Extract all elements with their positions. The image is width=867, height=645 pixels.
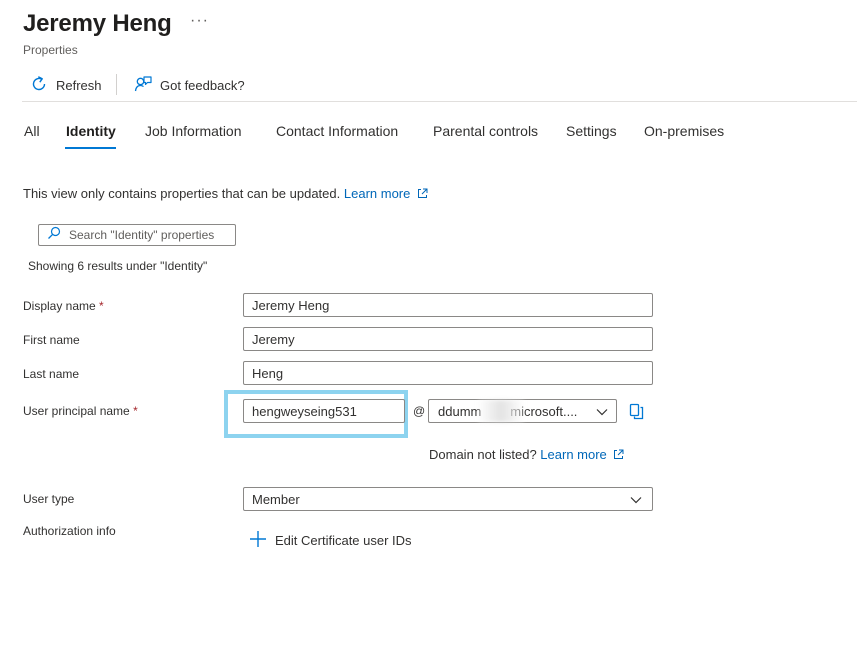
refresh-button[interactable]: Refresh xyxy=(30,75,102,96)
search-icon xyxy=(47,226,61,245)
redacted-region xyxy=(478,400,524,422)
page-subtitle: Properties xyxy=(23,43,78,57)
domain-not-listed: Domain not listed? Learn more xyxy=(429,447,624,462)
tab-identity[interactable]: Identity xyxy=(66,123,116,139)
upn-username-field[interactable]: hengweyseing531 xyxy=(243,399,405,423)
domain-learn-more-link[interactable]: Learn more xyxy=(540,447,624,462)
edit-certificate-label: Edit Certificate user IDs xyxy=(275,533,412,548)
at-symbol: @ xyxy=(413,404,426,418)
external-link-icon xyxy=(414,186,428,201)
refresh-icon xyxy=(30,75,48,96)
last-name-label: Last name xyxy=(23,367,80,381)
property-search[interactable] xyxy=(38,224,236,246)
search-input[interactable] xyxy=(69,228,229,242)
copy-button[interactable] xyxy=(629,403,645,425)
tab-parental-controls[interactable]: Parental controls xyxy=(433,123,538,139)
tab-contact-information[interactable]: Contact Information xyxy=(276,123,398,139)
feedback-button[interactable]: Got feedback? xyxy=(134,75,245,96)
page-title: Jeremy Heng xyxy=(23,10,172,37)
learn-more-link[interactable]: Learn more xyxy=(344,186,428,201)
refresh-label: Refresh xyxy=(56,78,102,93)
upn-label: User principal name * xyxy=(23,404,138,418)
search-results-count: Showing 6 results under "Identity" xyxy=(28,259,208,273)
chevron-down-icon xyxy=(630,492,642,507)
authorization-info-label: Authorization info xyxy=(23,524,116,538)
active-tab-indicator xyxy=(65,147,116,149)
edit-certificate-user-ids-button[interactable]: Edit Certificate user IDs xyxy=(249,530,412,551)
tab-on-premises[interactable]: On-premises xyxy=(644,123,724,139)
user-type-dropdown[interactable]: Member xyxy=(243,487,653,511)
user-type-label: User type xyxy=(23,492,75,506)
info-text: This view only contains properties that … xyxy=(23,186,341,201)
required-marker: * xyxy=(99,299,104,313)
first-name-field[interactable]: Jeremy xyxy=(243,327,653,351)
more-options-button[interactable]: ··· xyxy=(190,12,209,30)
info-message: This view only contains properties that … xyxy=(23,186,428,201)
tab-job-information[interactable]: Job Information xyxy=(145,123,242,139)
required-marker: * xyxy=(133,404,138,418)
feedback-label: Got feedback? xyxy=(160,78,245,93)
feedback-icon xyxy=(134,75,152,96)
user-type-value: Member xyxy=(252,491,300,507)
display-name-field[interactable]: Jeremy Heng xyxy=(243,293,653,317)
external-link-icon xyxy=(610,447,624,462)
copy-icon xyxy=(629,403,645,424)
display-name-label: Display name * xyxy=(23,299,104,313)
tab-all[interactable]: All xyxy=(24,123,40,139)
last-name-field[interactable]: Heng xyxy=(243,361,653,385)
plus-icon xyxy=(249,530,267,551)
chevron-down-icon xyxy=(596,404,608,419)
toolbar-divider xyxy=(22,101,857,102)
tab-settings[interactable]: Settings xyxy=(566,123,617,139)
toolbar-separator xyxy=(116,74,117,95)
first-name-label: First name xyxy=(23,333,80,347)
